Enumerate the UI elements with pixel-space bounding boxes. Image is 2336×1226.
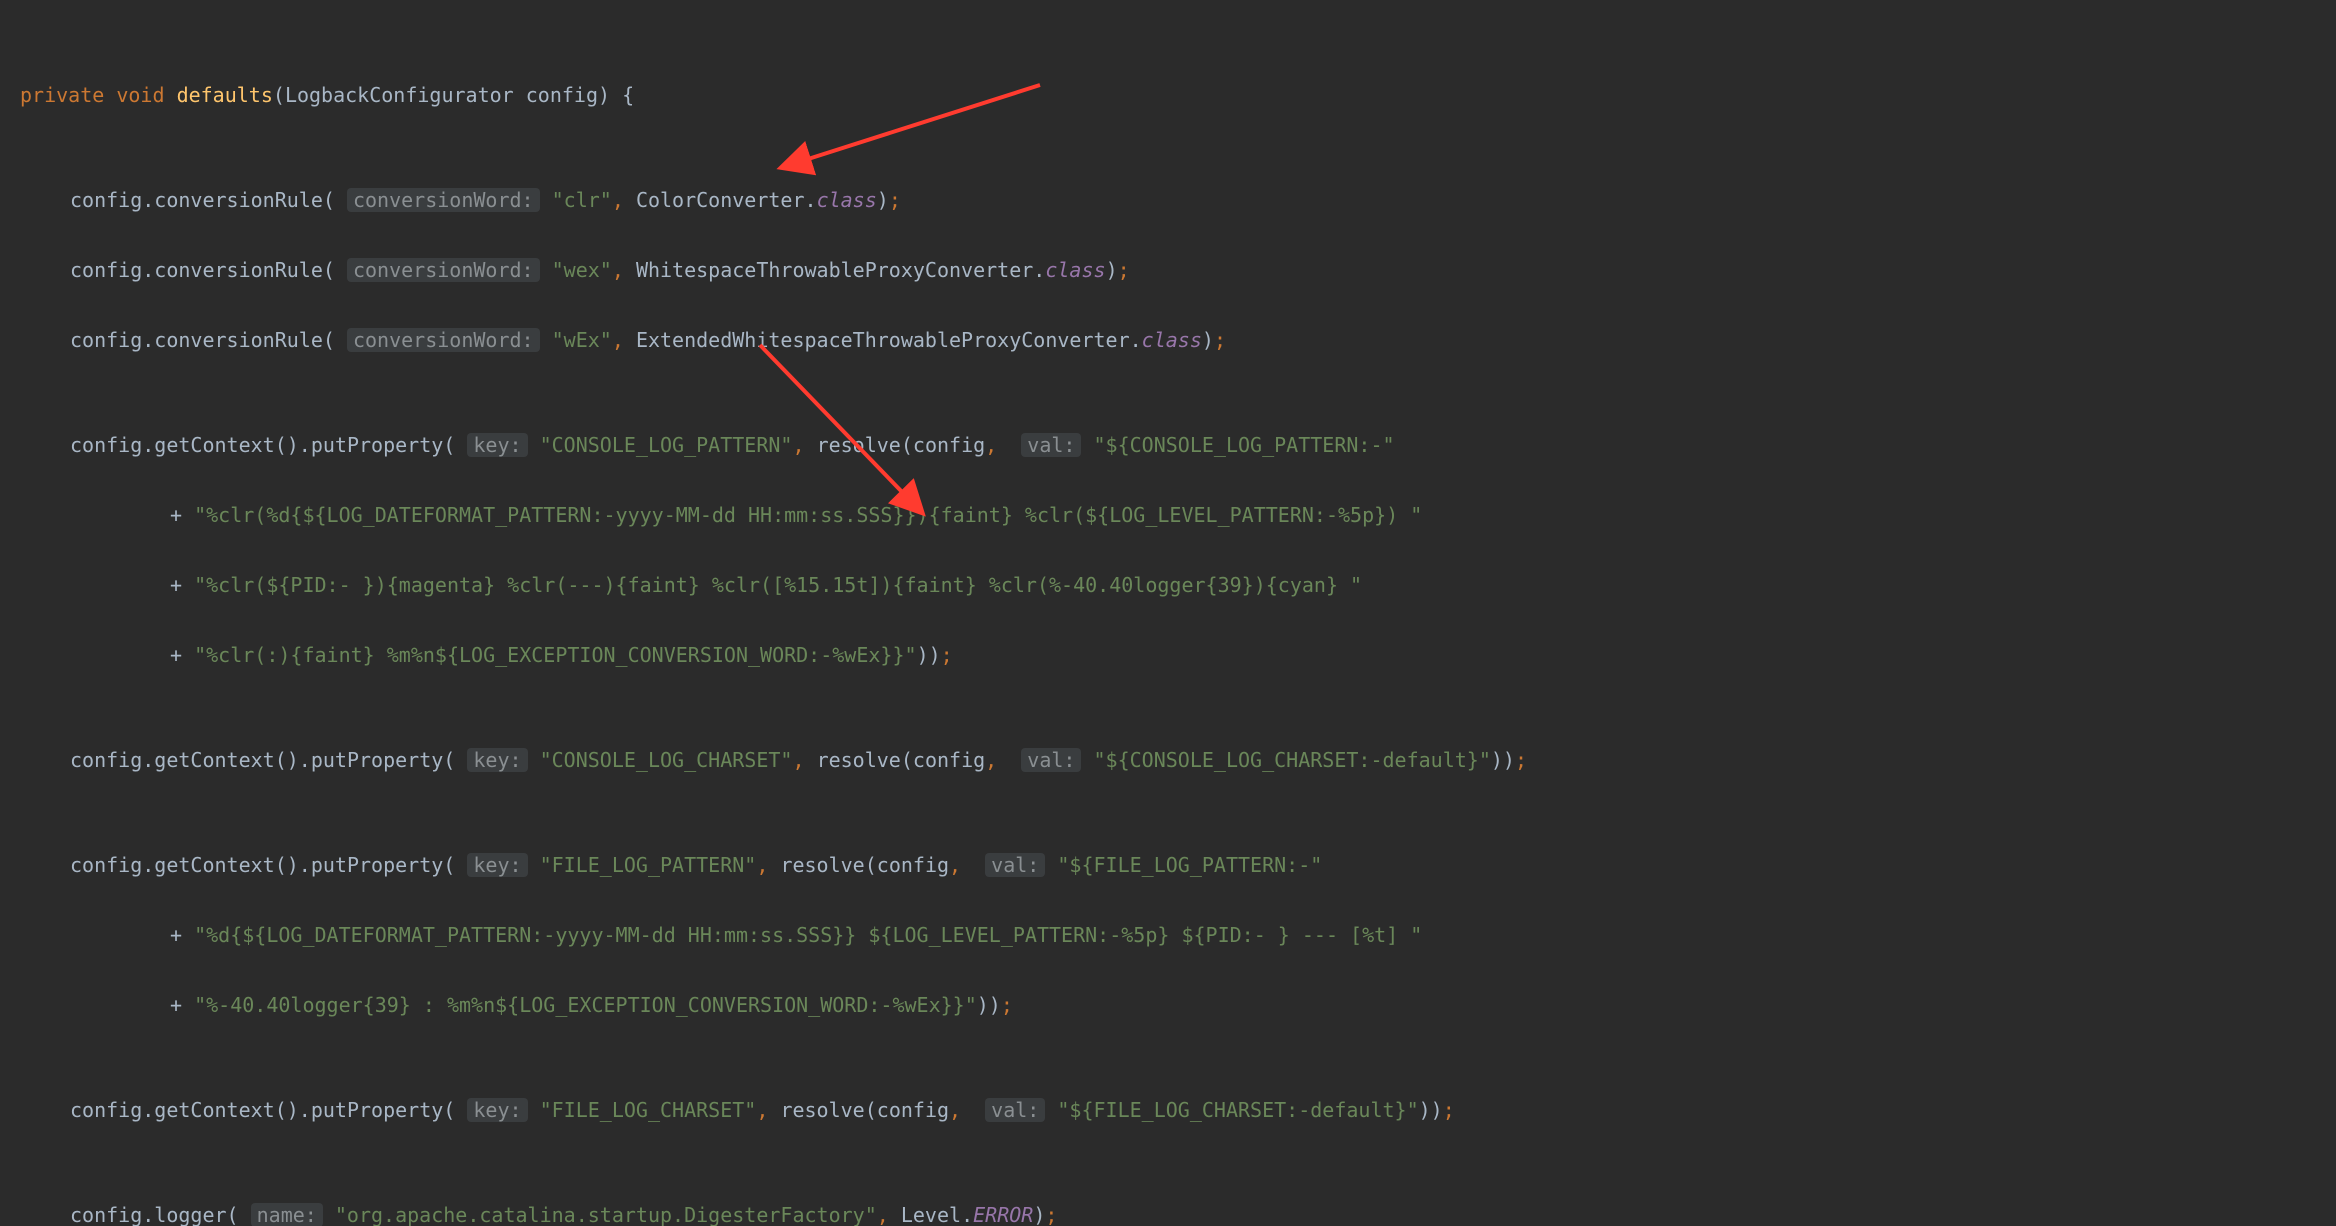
statement-conversion-rule-2: config.conversionRule( conversionWord: "… [20,253,2336,288]
code-editor[interactable]: private void defaults(LogbackConfigurato… [0,0,2336,1226]
continuation: + "%d{${LOG_DATEFORMAT_PATTERN:-yyyy-MM-… [20,918,2336,953]
param-hint: key: [467,748,527,772]
param-hint: val: [1021,433,1081,457]
continuation: + "%clr(${PID:- }){magenta} %clr(---){fa… [20,568,2336,603]
method-signature: private void defaults(LogbackConfigurato… [20,78,2336,113]
statement-putproperty-3: config.getContext().putProperty( key: "F… [20,848,2336,883]
param-hint: name: [251,1203,323,1226]
param-name: config [526,83,598,107]
param-hint: conversionWord: [347,188,540,212]
statement-putproperty-1: config.getContext().putProperty( key: "C… [20,428,2336,463]
param-type: LogbackConfigurator [285,83,514,107]
continuation: + "%clr(%d{${LOG_DATEFORMAT_PATTERN:-yyy… [20,498,2336,533]
param-hint: conversionWord: [347,258,540,282]
arrow-icon [760,345,905,495]
param-hint: key: [467,853,527,877]
param-hint: val: [1021,748,1081,772]
keyword-void: void [116,83,164,107]
statement-putproperty-2: config.getContext().putProperty( key: "C… [20,743,2336,778]
continuation: + "%clr(:){faint} %m%n${LOG_EXCEPTION_CO… [20,638,2336,673]
continuation: + "%-40.40logger{39} : %m%n${LOG_EXCEPTI… [20,988,2336,1023]
param-hint: val: [985,853,1045,877]
statement-logger: config.logger( name: "org.apache.catalin… [20,1198,2336,1226]
statement-conversion-rule-1: config.conversionRule( conversionWord: "… [20,183,2336,218]
statement-conversion-rule-3: config.conversionRule( conversionWord: "… [20,323,2336,358]
param-hint: key: [467,433,527,457]
param-hint: key: [467,1098,527,1122]
method-name: defaults [177,83,273,107]
statement-putproperty-4: config.getContext().putProperty( key: "F… [20,1093,2336,1128]
keyword-private: private [20,83,104,107]
param-hint: conversionWord: [347,328,540,352]
param-hint: val: [985,1098,1045,1122]
